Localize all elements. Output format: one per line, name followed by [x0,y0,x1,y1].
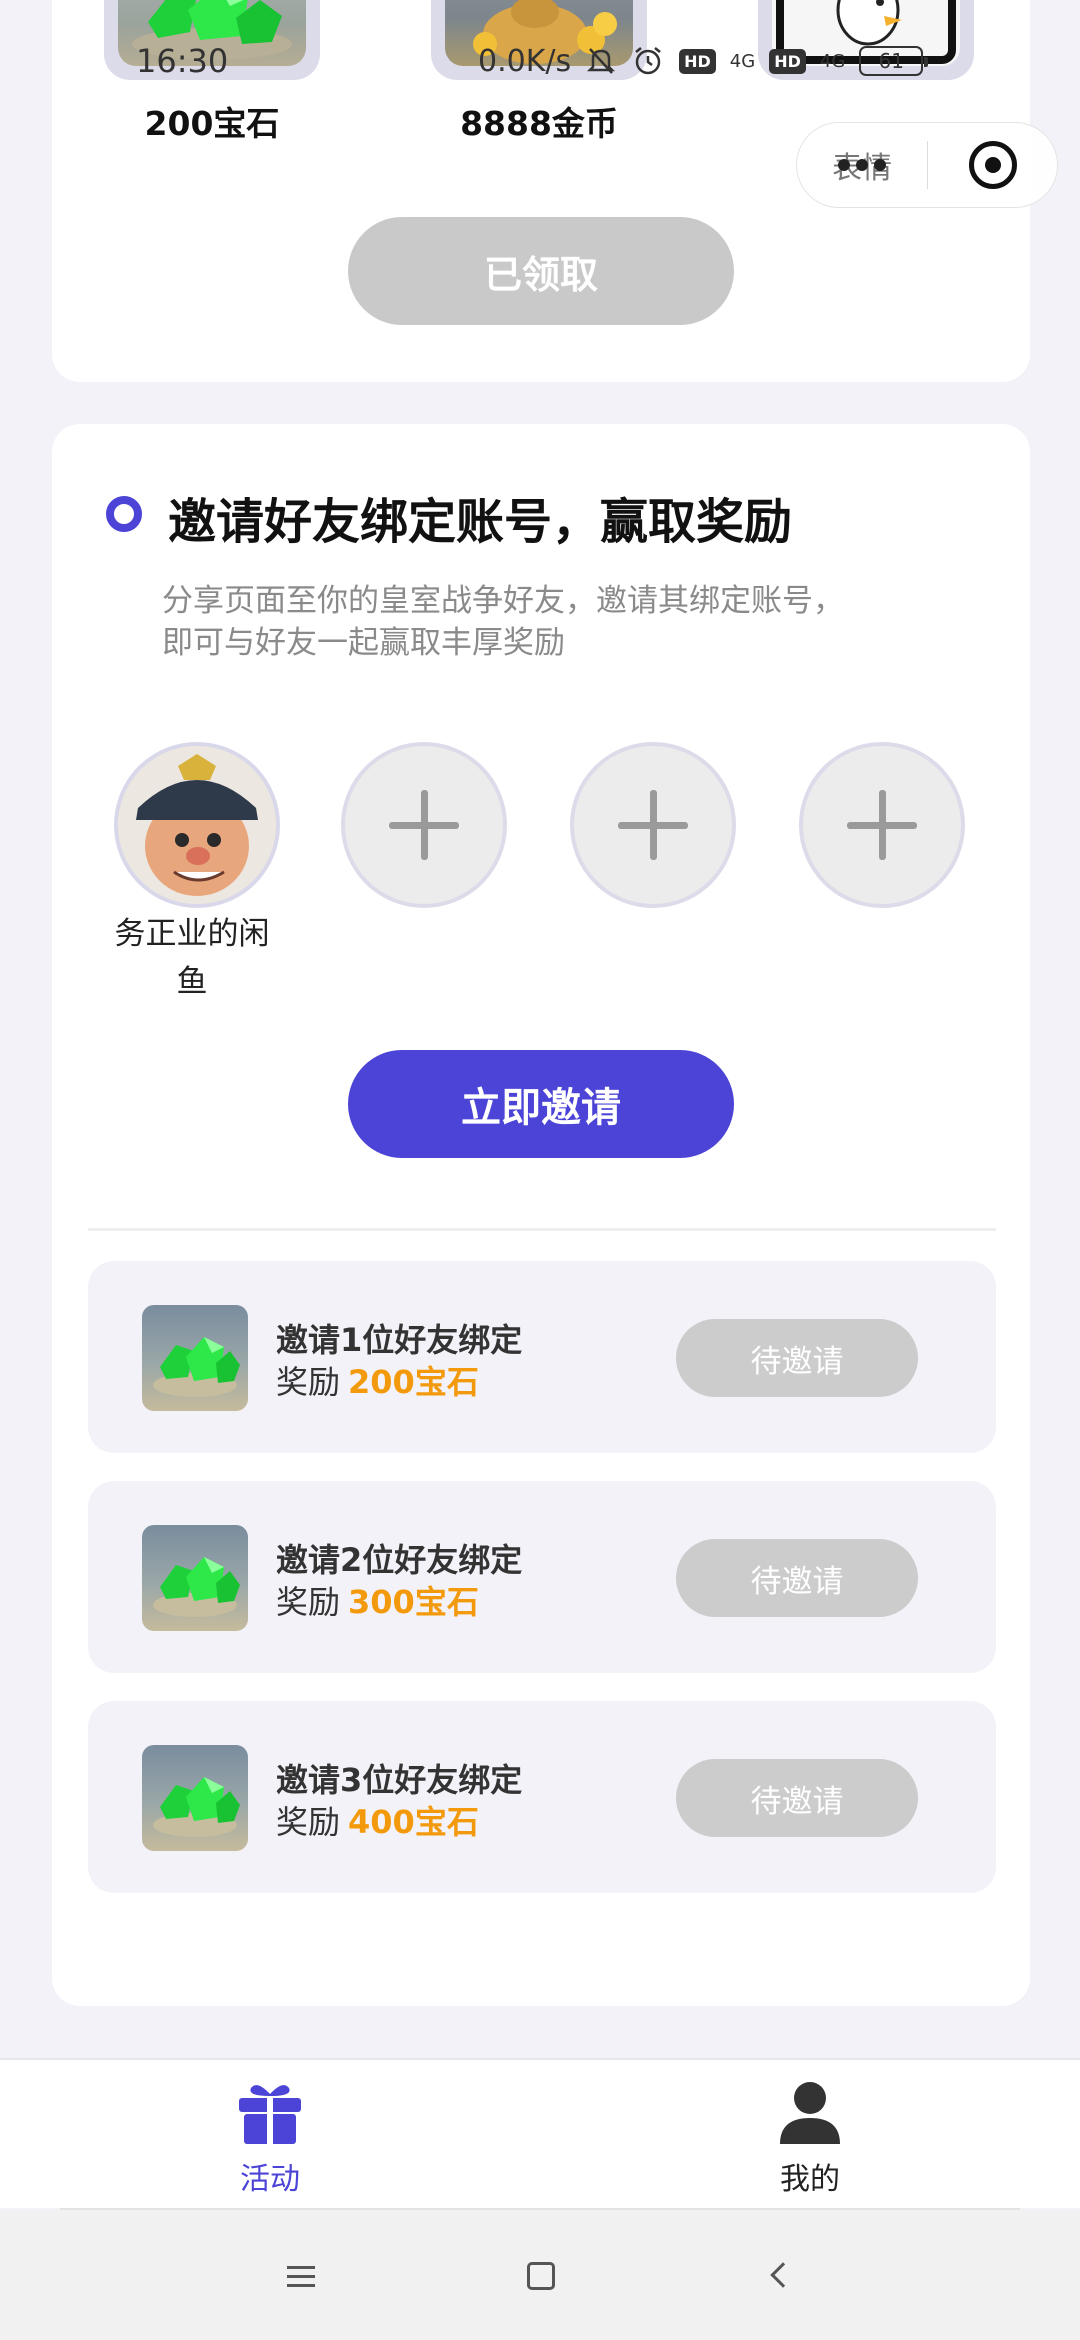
reward-tier-2: 邀请2位好友绑定 奖励 300宝石 待邀请 [88,1481,996,1673]
reward-chicken-thumbnail [758,0,974,80]
section-divider [88,1228,996,1231]
empty-friend-slot[interactable] [570,742,736,908]
bottom-tab-bar: 活动 我的 [0,2058,1080,2208]
plus-icon [618,790,688,860]
invite-card: 邀请好友绑定账号，赢取奖励 分享页面至你的皇室战争好友，邀请其绑定账号， 即可与… [52,424,1030,2006]
plus-icon [847,790,917,860]
tier-title: 邀请1位好友绑定 [276,1321,523,1359]
reward-label-coins: 8888金币 [460,104,618,143]
pending-invite-button[interactable]: 待邀请 [676,1539,918,1617]
empty-friend-slot[interactable] [341,742,507,908]
miniprogram-capsule: 表情 [796,122,1058,208]
tier-title: 邀请2位好友绑定 [276,1541,523,1579]
plus-icon [389,790,459,860]
tier-reward: 奖励 400宝石 [276,1797,479,1843]
friend-name: 务正业的闲鱼 [114,916,270,1000]
close-miniprogram-button[interactable] [928,123,1057,207]
title-bullet-icon [106,496,142,532]
reward-tier-1: 邀请1位好友绑定 奖励 200宝石 待邀请 [88,1261,996,1453]
gift-icon [235,2080,305,2146]
reward-gem-thumbnail [104,0,320,80]
tier-reward: 奖励 200宝石 [276,1357,479,1403]
tab-mine[interactable]: 我的 [660,2060,960,2210]
person-icon [775,2080,845,2146]
invite-desc-line1: 分享页面至你的皇室战争好友，邀请其绑定账号， [162,583,844,619]
friend-avatar[interactable] [114,742,280,908]
more-button[interactable]: 表情 [797,123,927,207]
tab-activity[interactable]: 活动 [120,2060,420,2210]
tier-reward-prefix: 奖励 [276,1583,341,1621]
reward-label-gems: 200宝石 [144,104,280,143]
claimed-button[interactable]: 已领取 [348,217,734,325]
menu-icon[interactable] [279,2254,323,2298]
tab-mine-label: 我的 [780,2162,840,2197]
gem-reward-icon [142,1525,248,1631]
reward-coin-thumbnail [431,0,647,80]
system-nav-bar [0,2210,1080,2340]
tier-reward-amount: 200宝石 [348,1363,479,1401]
gem-reward-icon [142,1305,248,1411]
tier-reward-amount: 400宝石 [348,1803,479,1841]
empty-friend-slot[interactable] [799,742,965,908]
tab-activity-label: 活动 [240,2162,300,2197]
invite-description: 分享页面至你的皇室战争好友，邀请其绑定账号， 即可与好友一起赢取丰厚奖励 [162,580,922,664]
pending-invite-button[interactable]: 待邀请 [676,1319,918,1397]
home-icon[interactable] [519,2254,563,2298]
tier-reward-amount: 300宝石 [348,1583,479,1621]
tier-reward-prefix: 奖励 [276,1803,341,1841]
tier-reward: 奖励 300宝石 [276,1577,479,1623]
back-icon[interactable] [760,2254,804,2298]
invite-title: 邀请好友绑定账号，赢取奖励 [168,494,793,550]
target-icon [968,141,1017,189]
tier-title: 邀请3位好友绑定 [276,1761,523,1799]
tier-reward-prefix: 奖励 [276,1363,341,1401]
reward-tier-3: 邀请3位好友绑定 奖励 400宝石 待邀请 [88,1701,996,1893]
pending-invite-button[interactable]: 待邀请 [676,1759,918,1837]
invite-now-button[interactable]: 立即邀请 [348,1050,734,1158]
more-dots-icon [838,159,886,171]
gem-reward-icon [142,1745,248,1851]
invite-desc-line2: 即可与好友一起赢取丰厚奖励 [162,625,565,661]
